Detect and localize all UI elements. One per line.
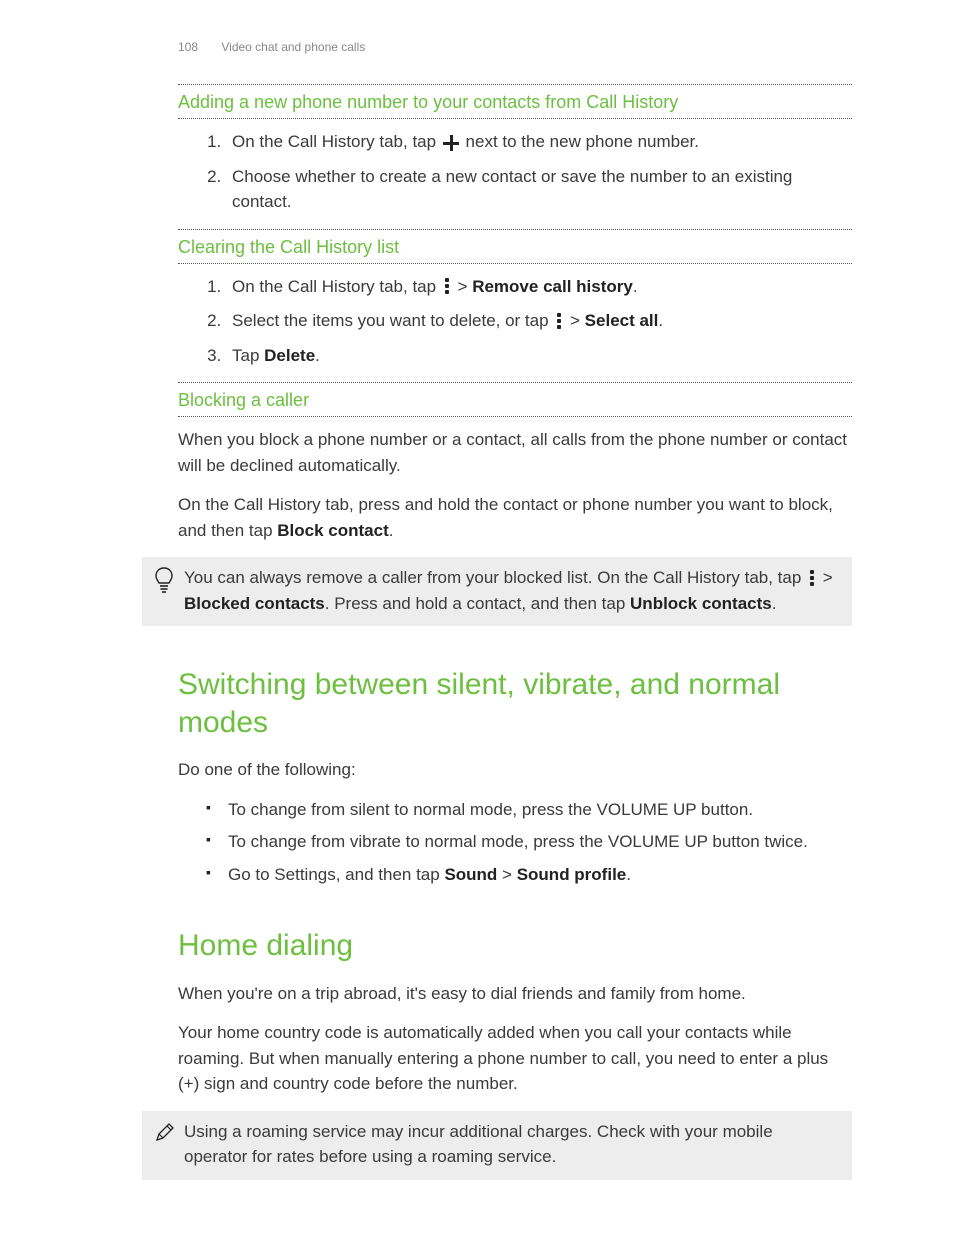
- step-text: next to the new phone number.: [461, 132, 699, 151]
- tip-icon: [154, 565, 184, 616]
- step-text: .: [315, 346, 320, 365]
- tip-box: You can always remove a caller from your…: [142, 557, 852, 626]
- tip-text-part: >: [818, 568, 833, 587]
- tip-text: You can always remove a caller from your…: [184, 565, 840, 616]
- tip-text-part: . Press and hold a contact, and then tap: [325, 594, 630, 613]
- page-number: 108: [178, 40, 198, 54]
- bold-text: Block contact: [277, 521, 388, 540]
- steps-clear-history: On the Call History tab, tap > Remove ca…: [178, 274, 852, 369]
- step-text: .: [658, 311, 663, 330]
- steps-add-contact: On the Call History tab, tap next to the…: [178, 129, 852, 215]
- tip-text-part: You can always remove a caller from your…: [184, 568, 806, 587]
- paragraph: When you're on a trip abroad, it's easy …: [178, 981, 852, 1007]
- note-box: Using a roaming service may incur additi…: [142, 1111, 852, 1180]
- step-text: .: [633, 277, 638, 296]
- paragraph-text: .: [389, 521, 394, 540]
- bold-text: Delete: [264, 346, 315, 365]
- subheading-blocking-caller: Blocking a caller: [178, 383, 852, 417]
- list-text: Go to Settings, and then tap: [228, 865, 444, 884]
- lightbulb-icon: [154, 567, 174, 593]
- bold-text: Remove call history: [472, 277, 633, 296]
- step-3: Tap Delete.: [226, 343, 852, 369]
- step-2: Choose whether to create a new contact o…: [226, 164, 852, 215]
- heading-switching-modes: Switching between silent, vibrate, and n…: [178, 666, 852, 741]
- step-text: >: [453, 277, 472, 296]
- overflow-menu-icon: [556, 313, 562, 329]
- heading-home-dialing: Home dialing: [178, 927, 852, 965]
- section-add-contact: Adding a new phone number to your contac…: [178, 84, 852, 215]
- bold-text: Unblock contacts: [630, 594, 772, 613]
- document-page: 108 Video chat and phone calls Adding a …: [0, 0, 954, 1230]
- step-1: On the Call History tab, tap > Remove ca…: [226, 274, 852, 300]
- section-clear-history: Clearing the Call History list On the Ca…: [178, 229, 852, 369]
- bold-text: Sound: [444, 865, 497, 884]
- list-item: To change from silent to normal mode, pr…: [206, 797, 852, 823]
- list-text: >: [497, 865, 516, 884]
- breadcrumb: Video chat and phone calls: [221, 40, 365, 54]
- step-text: Select the items you want to delete, or …: [232, 311, 553, 330]
- list-item: To change from vibrate to normal mode, p…: [206, 829, 852, 855]
- section-switching-modes: Switching between silent, vibrate, and n…: [178, 666, 852, 887]
- overflow-menu-icon: [809, 570, 815, 586]
- step-1: On the Call History tab, tap next to the…: [226, 129, 852, 155]
- step-text: Tap: [232, 346, 264, 365]
- paragraph: On the Call History tab, press and hold …: [178, 492, 852, 543]
- section-home-dialing: Home dialing When you're on a trip abroa…: [178, 927, 852, 1180]
- list-text: .: [626, 865, 631, 884]
- pencil-icon: [154, 1121, 176, 1143]
- bold-text: Sound profile: [517, 865, 627, 884]
- overflow-menu-icon: [444, 278, 450, 294]
- note-icon: [154, 1119, 184, 1170]
- paragraph: When you block a phone number or a conta…: [178, 427, 852, 478]
- section-blocking-caller: Blocking a caller When you block a phone…: [178, 382, 852, 626]
- subheading-clear-history: Clearing the Call History list: [178, 230, 852, 264]
- step-text: On the Call History tab, tap: [232, 132, 441, 151]
- subheading-add-contact: Adding a new phone number to your contac…: [178, 85, 852, 119]
- bold-text: Blocked contacts: [184, 594, 325, 613]
- step-text: >: [565, 311, 584, 330]
- paragraph: Your home country code is automatically …: [178, 1020, 852, 1097]
- tip-text-part: .: [772, 594, 777, 613]
- list-item: Go to Settings, and then tap Sound > Sou…: [206, 862, 852, 888]
- paragraph: Do one of the following:: [178, 757, 852, 783]
- plus-icon: [443, 135, 459, 151]
- note-text: Using a roaming service may incur additi…: [184, 1119, 840, 1170]
- bullet-list: To change from silent to normal mode, pr…: [178, 797, 852, 888]
- bold-text: Select all: [585, 311, 659, 330]
- page-header: 108 Video chat and phone calls: [178, 38, 852, 56]
- step-2: Select the items you want to delete, or …: [226, 308, 852, 334]
- step-text: On the Call History tab, tap: [232, 277, 441, 296]
